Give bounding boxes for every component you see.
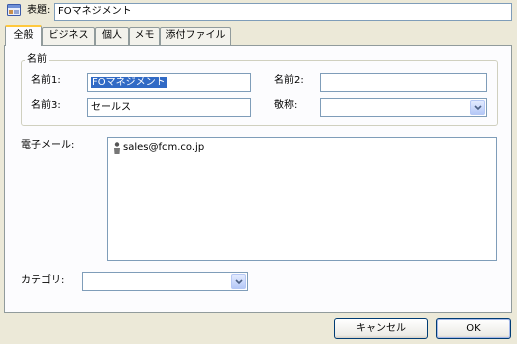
- person-icon: [114, 142, 120, 154]
- email-list[interactable]: sales@fcm.co.jp: [107, 137, 497, 261]
- category-select[interactable]: [82, 272, 248, 291]
- category-dropdown-button[interactable]: [231, 274, 246, 289]
- title-dropdown-button[interactable]: [470, 100, 485, 115]
- name-group-legend: 名前: [25, 53, 49, 67]
- name1-label: 名前1:: [31, 75, 61, 86]
- email-entry[interactable]: sales@fcm.co.jp: [111, 141, 493, 154]
- chevron-down-icon: [235, 279, 243, 285]
- category-label: カテゴリ:: [21, 275, 65, 286]
- chevron-down-icon: [474, 105, 482, 111]
- name2-label: 名前2:: [274, 75, 304, 86]
- name3-input[interactable]: セールス: [87, 98, 251, 117]
- email-label: 電子メール:: [21, 140, 75, 151]
- name3-label: 名前3:: [31, 100, 61, 111]
- name2-input[interactable]: [320, 73, 487, 92]
- title-select[interactable]: [320, 98, 487, 117]
- email-address: sales@fcm.co.jp: [123, 142, 205, 153]
- name1-input[interactable]: FOマネジメント: [87, 73, 251, 92]
- name1-value: FOマネジメント: [91, 77, 167, 88]
- name3-value: セールス: [91, 102, 131, 113]
- title-label: 敬称:: [274, 100, 298, 111]
